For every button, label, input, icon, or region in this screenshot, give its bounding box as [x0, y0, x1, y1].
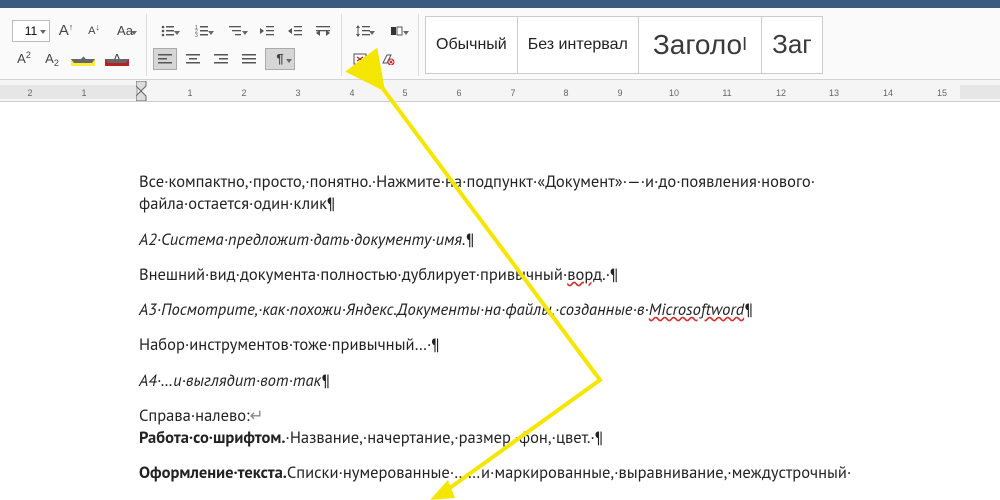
increase-indent-button[interactable] [283, 20, 307, 42]
ribbon-toolbar: 11 A↑ A↓ Aa A2 A2 A 123 ¶ [0, 0, 1000, 80]
svg-text:2: 2 [27, 88, 32, 98]
superscript-button[interactable]: A2 [12, 48, 36, 70]
paragraph: Внешний·вид·документа·полностью·дублируе… [139, 263, 939, 285]
svg-text:14: 14 [883, 88, 893, 98]
paragraph-group: 123 ¶ [147, 14, 342, 76]
svg-text:12: 12 [776, 88, 786, 98]
misc-group [342, 14, 419, 76]
horizontal-ruler[interactable]: 2 1 1 2 3 4 5 6 7 8 9 10 11 12 13 14 15 [0, 80, 1000, 102]
paragraph: А4·…и·выглядит·вот·так¶ [139, 369, 939, 391]
svg-text:11: 11 [722, 88, 731, 98]
decrease-indent-button[interactable] [255, 20, 279, 42]
svg-text:4: 4 [349, 88, 354, 98]
styles-gallery: Обычный Без интервал ЗаголоI Заг [419, 14, 822, 76]
paragraph: А2·Система·предложит·дать·документу·имя.… [139, 228, 939, 250]
svg-text:13: 13 [829, 88, 839, 98]
numbered-list-button[interactable]: 123 [187, 20, 217, 42]
paragraph: Набор·инструментов·тоже·привычный…·¶ [139, 333, 939, 355]
svg-text:5: 5 [402, 88, 407, 98]
align-center-button[interactable] [181, 48, 205, 70]
style-heading1[interactable]: ЗаголоI [638, 16, 762, 74]
svg-text:6: 6 [456, 88, 461, 98]
svg-text:15: 15 [937, 88, 947, 98]
svg-text:3: 3 [295, 88, 300, 98]
svg-text:2: 2 [241, 88, 246, 98]
align-left-button[interactable] [153, 48, 177, 70]
style-heading2[interactable]: Заг [761, 16, 823, 74]
change-case-button[interactable]: Aa [110, 20, 140, 42]
svg-text:8: 8 [563, 88, 568, 98]
svg-text:1: 1 [81, 88, 86, 98]
font-color-button[interactable]: A [102, 48, 132, 70]
bullet-list-button[interactable] [153, 20, 183, 42]
style-no-spacing[interactable]: Без интервал [517, 16, 639, 74]
paragraph: Все·компактно,·просто,·понятно.·Нажмите·… [139, 170, 939, 215]
document-body[interactable]: Все·компактно,·просто,·понятно.·Нажмите·… [0, 102, 1000, 484]
svg-text:7: 7 [510, 88, 515, 98]
shading-button[interactable] [382, 20, 412, 42]
highlight-color-button[interactable] [68, 48, 98, 70]
svg-text:3: 3 [195, 33, 198, 37]
svg-text:9: 9 [617, 88, 622, 98]
line-spacing-button[interactable] [348, 20, 378, 42]
clear-formatting-button[interactable] [376, 48, 400, 70]
paragraph: Справа·налево:↵Работа·со·шрифтом.·Назван… [139, 404, 939, 449]
align-right-button[interactable] [209, 48, 233, 70]
increase-font-button[interactable]: A↑ [54, 20, 78, 42]
insert-symbol-button[interactable] [348, 48, 372, 70]
decrease-font-button[interactable]: A↓ [82, 20, 106, 42]
first-line-indent-marker[interactable] [136, 81, 148, 101]
paragraph: Оформление·текста.Списки·нумерованные·……… [139, 461, 939, 483]
multilevel-list-button[interactable] [221, 20, 251, 42]
font-group: 11 A↑ A↓ Aa A2 A2 A [6, 14, 147, 76]
font-size-select[interactable]: 11 [12, 20, 50, 42]
window-titlebar [0, 0, 1000, 8]
text-direction-button[interactable] [311, 20, 335, 42]
show-formatting-button[interactable]: ¶ [265, 48, 295, 70]
subscript-button[interactable]: A2 [40, 48, 64, 70]
svg-text:1: 1 [187, 88, 192, 98]
svg-text:10: 10 [669, 88, 679, 98]
paragraph: А3·Посмотрите,·как·похожи·Яндекс.Докумен… [139, 298, 939, 320]
style-normal[interactable]: Обычный [425, 16, 518, 74]
align-justify-button[interactable] [237, 48, 261, 70]
